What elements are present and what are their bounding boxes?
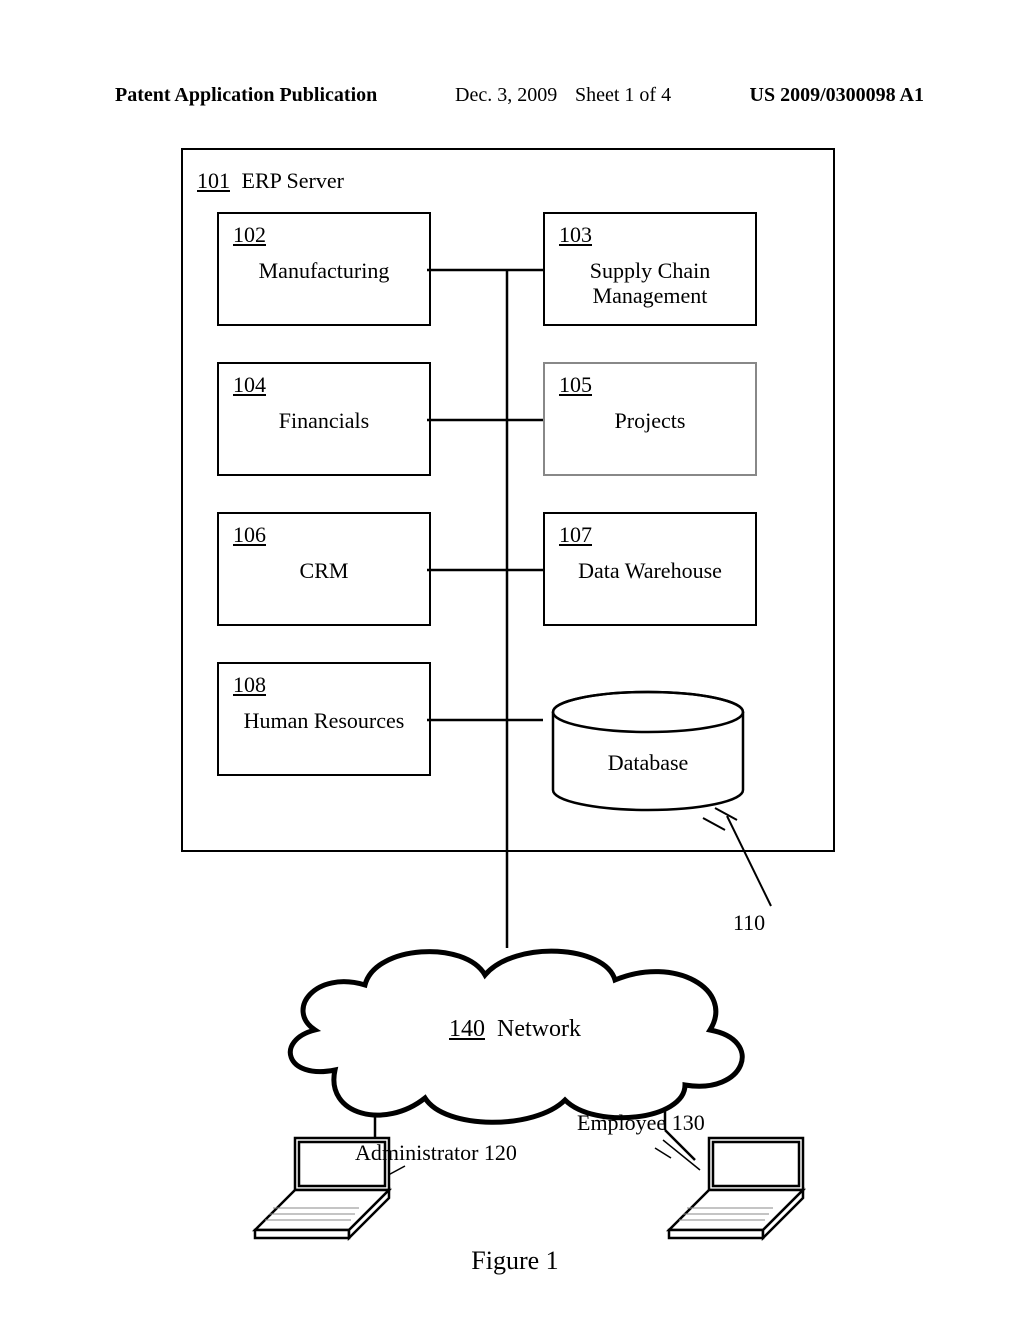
module-ref: 103 — [559, 222, 755, 248]
module-human-resources: 108 Human Resources — [217, 662, 431, 776]
module-manufacturing: 102 Manufacturing — [217, 212, 431, 326]
page: Patent Application Publication Dec. 3, 2… — [0, 0, 1024, 1320]
module-ref: 106 — [233, 522, 429, 548]
erp-server-label: ERP Server — [242, 168, 344, 193]
header-sheet: Sheet 1 of 4 — [575, 84, 671, 107]
module-ref: 102 — [233, 222, 429, 248]
header-date: Dec. 3, 2009 — [455, 84, 557, 107]
employee-label: Employee 130 — [577, 1110, 705, 1136]
network-cloud-icon: 140 Network — [265, 930, 765, 1130]
module-ref: 105 — [559, 372, 755, 398]
erp-server-ref: 101 — [197, 168, 230, 193]
database-icon: Database — [543, 690, 753, 810]
module-label: CRM — [219, 552, 429, 583]
module-crm: 106 CRM — [217, 512, 431, 626]
network-name: Network — [497, 1016, 581, 1042]
module-label: Data Warehouse — [545, 552, 755, 583]
module-label: Manufacturing — [219, 252, 429, 283]
module-supply-chain: 103 Supply Chain Management — [543, 212, 757, 326]
module-label: Projects — [545, 402, 755, 433]
module-label: Financials — [219, 402, 429, 433]
module-ref: 104 — [233, 372, 429, 398]
module-ref: 107 — [559, 522, 755, 548]
module-data-warehouse: 107 Data Warehouse — [543, 512, 757, 626]
erp-server-title: 101 ERP Server — [197, 168, 344, 194]
administrator-label: Administrator 120 — [355, 1140, 517, 1166]
network-label: 140 Network — [265, 1016, 765, 1043]
header-pubno: US 2009/0300098 A1 — [750, 84, 924, 107]
module-projects: 105 Projects — [543, 362, 757, 476]
module-label: Human Resources — [219, 702, 429, 733]
module-label: Supply Chain Management — [545, 252, 755, 309]
module-ref: 108 — [233, 672, 429, 698]
header-publication-label: Patent Application Publication — [115, 84, 377, 107]
laptop-icon — [663, 1130, 823, 1250]
network-ref: 140 — [449, 1016, 485, 1042]
database-label: Database — [543, 750, 753, 776]
module-financials: 104 Financials — [217, 362, 431, 476]
figure-canvas: 101 ERP Server 102 Manufacturing 103 Sup… — [145, 130, 885, 1260]
figure-caption: Figure 1 — [145, 1246, 885, 1276]
